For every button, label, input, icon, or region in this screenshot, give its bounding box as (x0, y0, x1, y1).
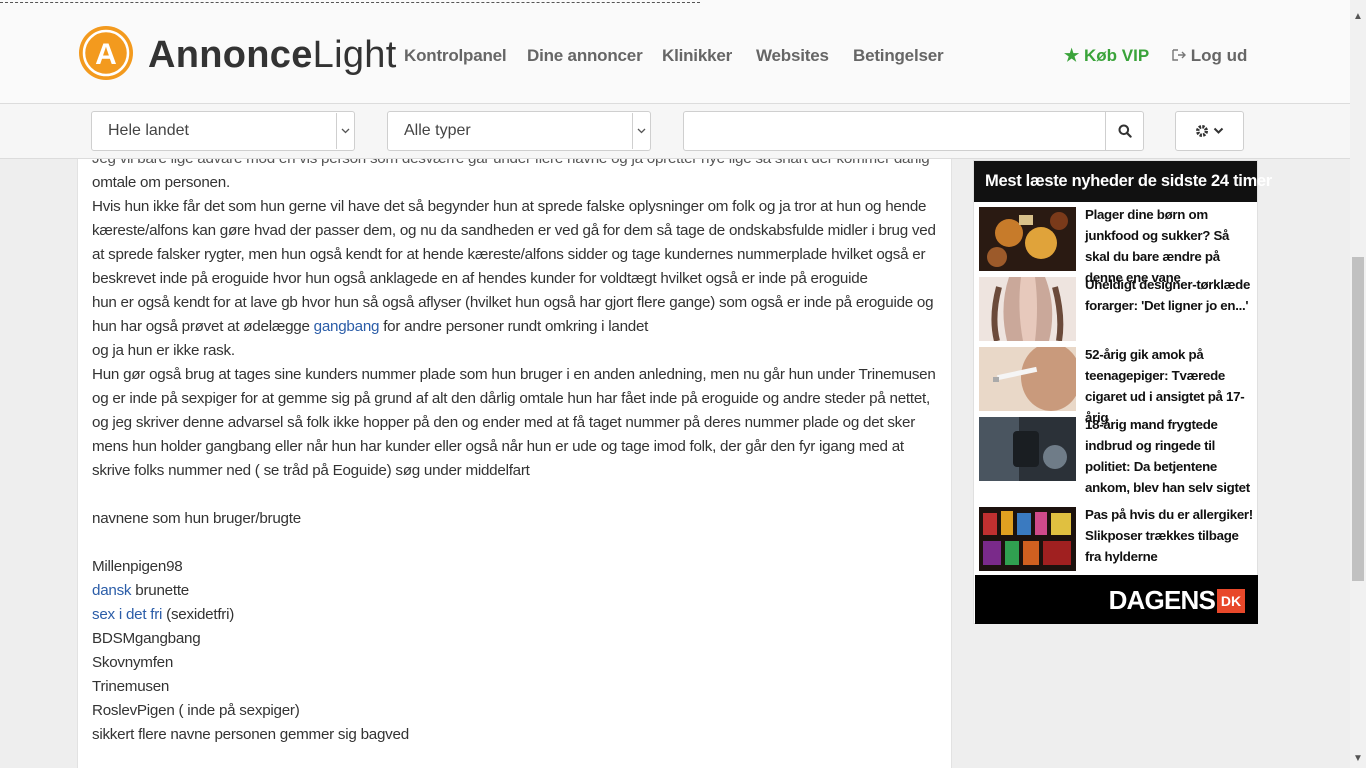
logout-label: Log ud (1190, 46, 1248, 65)
region-select-value: Hele landet (108, 122, 189, 139)
post-text: for andre personer rundt omkring i lande… (379, 318, 649, 335)
logo-letter: A (95, 38, 117, 71)
post-paragraph: hun er også kendt for at lave gb hvor hu… (92, 291, 942, 339)
search-input[interactable] (683, 111, 1106, 151)
browser-edge-artifact (0, 0, 700, 4)
star-icon: ★ (1064, 46, 1080, 65)
scrollbar-thumb[interactable] (1352, 257, 1364, 581)
names-heading: navnene som hun bruger/brugte (92, 510, 301, 527)
nav-dine-annoncer[interactable]: Dine annoncer (527, 46, 643, 66)
dagens-logo-text: DAGENS (1108, 585, 1216, 615)
dagens-banner[interactable]: DAGENS DK (975, 575, 1258, 624)
post-paragraph: og jeg skriver denne advarsel så folk ik… (92, 414, 916, 479)
news-thumbnail (979, 207, 1076, 271)
top-navbar: A AnnonceLight Kontrolpanel Dine annonce… (0, 0, 1350, 104)
site-logo-text[interactable]: AnnonceLight (148, 31, 397, 79)
gangbang-link[interactable]: gangbang (314, 318, 380, 335)
post-body: Jeg vil bare lige advare mod en vis pers… (92, 159, 942, 747)
logout-link[interactable]: Log ud (1172, 46, 1247, 66)
name-item: BDSMgangbang (92, 630, 201, 647)
name-item: Millenpigen98 (92, 558, 183, 575)
name-item: Trinemusen (92, 678, 170, 695)
buy-vip-label: Køb VIP (1083, 46, 1150, 65)
search-button[interactable] (1105, 111, 1144, 151)
logout-icon (1172, 49, 1186, 61)
post-paragraph: og ja hun er ikke rask. (92, 342, 235, 359)
type-select-value: Alle typer (404, 122, 471, 139)
post-paragraph: omtale om personen. (92, 174, 230, 191)
name-text: brunette (131, 582, 189, 599)
gear-icon (1195, 124, 1209, 138)
dansk-link[interactable]: dansk (92, 582, 132, 599)
name-item: dansk brunette (92, 579, 942, 603)
post-paragraph: Hun gør også brug at tages sine kunders … (92, 366, 936, 407)
logo-bold: Annonce (148, 34, 313, 76)
dagens-badge: DK (1217, 589, 1245, 613)
news-thumbnail (979, 507, 1076, 571)
news-title: Pas på hvis du er allergiker! Slikposer … (1085, 507, 1253, 564)
news-thumbnail (979, 347, 1076, 411)
dagens-logo: DAGENS DK (1109, 585, 1245, 616)
post-paragraph: Hvis hun ikke får det som hun gerne vil … (92, 198, 936, 287)
nav-websites[interactable]: Websites (756, 46, 829, 66)
nav-klinikker[interactable]: Klinikker (662, 46, 732, 66)
nav-kontrolpanel[interactable]: Kontrolpanel (404, 46, 507, 66)
search-icon (1118, 124, 1132, 138)
name-item: RoslevPigen ( inde på sexpiger) (92, 702, 300, 719)
post-line-cut: Jeg vil bare lige advare mod en vis pers… (92, 159, 942, 171)
name-item: sex i det fri (sexidetfri) (92, 603, 942, 627)
page-scrollbar[interactable]: ▲ ▼ (1350, 0, 1366, 768)
chevron-down-icon (1213, 127, 1224, 134)
main-content: Jeg vil bare lige advare mod en vis pers… (77, 159, 952, 768)
scroll-down-icon[interactable]: ▼ (1350, 750, 1366, 766)
chevron-down-icon (632, 113, 649, 149)
sex-i-det-fri-link[interactable]: sex i det fri (92, 606, 162, 623)
chevron-down-icon (336, 113, 353, 149)
news-widget: Mest læste nyheder de sidste 24 timer Pl… (973, 160, 1272, 624)
nav-betingelser[interactable]: Betingelser (853, 46, 944, 66)
type-select[interactable]: Alle typer (387, 111, 651, 151)
filter-bar: Hele landet Alle typer (0, 104, 1350, 159)
logo-icon[interactable]: A (78, 20, 134, 86)
name-item: Skovnymfen (92, 654, 174, 671)
news-thumbnail (979, 417, 1076, 481)
name-text: (sexidetfri) (162, 606, 235, 623)
logo-light: Light (312, 34, 397, 76)
news-title: 18-årig mand frygtede indbrud og ringede… (1085, 417, 1250, 495)
scroll-up-icon[interactable]: ▲ (1350, 8, 1366, 24)
settings-dropdown-button[interactable] (1175, 111, 1244, 151)
news-widget-title: Mest læste nyheder de sidste 24 timer (974, 161, 1272, 202)
region-select[interactable]: Hele landet (91, 111, 355, 151)
news-title: Uheldigt designer-tørklæde forarger: 'De… (1085, 277, 1251, 313)
buy-vip-link[interactable]: ★ Køb VIP (1064, 46, 1149, 66)
name-item: sikkert flere navne personen gemmer sig … (92, 726, 409, 743)
news-thumbnail (979, 277, 1076, 341)
